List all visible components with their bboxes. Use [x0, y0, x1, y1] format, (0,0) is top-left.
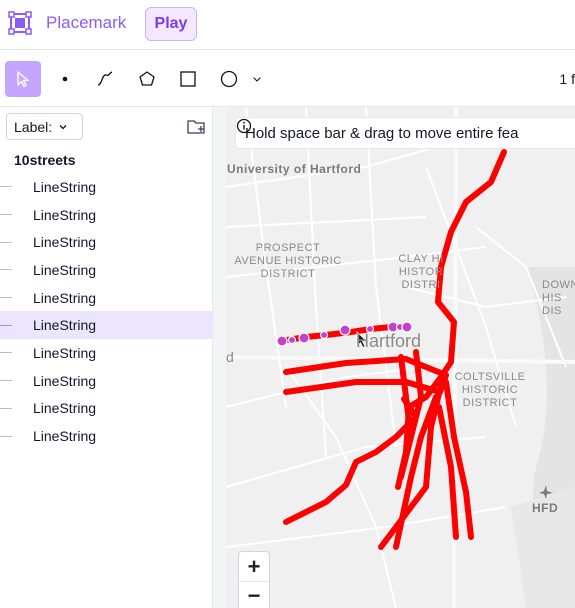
feature-label: LineString	[33, 428, 97, 445]
feature-row[interactable]: LineString	[0, 228, 212, 256]
feature-row[interactable]: LineString	[0, 284, 212, 312]
app-title[interactable]: Placemark	[46, 13, 126, 33]
map-label-clay-hill: CLAY HI HISTOR DISTRI	[398, 253, 444, 291]
feature-row[interactable]: LineString	[0, 256, 212, 284]
feature-label: LineString	[33, 234, 97, 251]
polygon-icon	[139, 71, 155, 86]
rectangle-icon	[180, 71, 196, 87]
map-label-prospect: PROSPECT AVENUE HISTORIC DISTRICT	[234, 242, 342, 280]
feature-row-selected[interactable]: LineString	[0, 311, 212, 340]
feature-row[interactable]: LineString	[0, 395, 212, 423]
new-folder-icon[interactable]	[186, 117, 206, 137]
circle-icon	[220, 70, 238, 88]
map-label-airport: HFD	[532, 501, 559, 515]
label-select-text: Label:	[14, 118, 53, 135]
feature-label: LineString	[33, 317, 97, 334]
line-tool-button[interactable]	[87, 61, 123, 97]
feature-label: LineString	[33, 289, 97, 306]
zoom-out-button[interactable]: −	[239, 581, 269, 608]
drag-hint-text: Hold space bar & drag to move entire fea	[245, 124, 519, 142]
feature-label: LineString	[33, 400, 97, 417]
tree-line	[0, 269, 12, 271]
feature-label: LineString	[33, 178, 97, 195]
top-bar: Placemark Play	[0, 0, 575, 50]
chevron-down-icon	[253, 77, 261, 82]
tree-line	[0, 352, 12, 354]
tree-line	[0, 435, 12, 437]
point-icon	[62, 76, 68, 82]
tree-line	[0, 407, 12, 409]
info-icon	[236, 118, 252, 134]
tree-line	[0, 324, 12, 326]
sidebar-scrollbar[interactable]	[212, 107, 226, 608]
feature-row[interactable]: LineString	[0, 422, 212, 450]
zoom-control: + −	[238, 551, 270, 608]
cursor-icon	[17, 71, 29, 88]
feature-label: LineString	[33, 206, 97, 223]
label-select-button[interactable]: Label:	[6, 113, 83, 140]
tree-line	[0, 297, 12, 299]
feature-row[interactable]: LineString	[0, 201, 212, 229]
map-label-hartford: Hartford	[356, 331, 422, 351]
drawing-toolbar: 1 f	[0, 51, 575, 107]
tree-line	[0, 214, 12, 216]
feature-sidebar: Label: 10streets LineString LineString L…	[0, 107, 212, 608]
map-canvas[interactable]: University of Hartford PROSPECT AVENUE H…	[226, 107, 575, 608]
zoom-in-button[interactable]: +	[239, 552, 269, 581]
map-label-coltsville: COLTSVILLE HISTORIC DISTRICT	[454, 371, 526, 409]
tree-line	[0, 241, 12, 243]
tree-line	[0, 186, 12, 188]
map-label-downtown: DOWN HIS DIS	[542, 279, 575, 317]
drag-hint-banner: Hold space bar & drag to move entire fea	[235, 117, 575, 149]
feature-row[interactable]: LineString	[0, 339, 212, 367]
feature-list: LineString LineString LineString LineStr…	[0, 173, 212, 450]
select-tool-button[interactable]	[5, 61, 41, 97]
feature-label: LineString	[33, 261, 97, 278]
feature-row[interactable]: LineString	[0, 367, 212, 395]
map-label-university: University of Hartford	[227, 162, 362, 176]
feature-group-title[interactable]: 10streets	[14, 152, 76, 168]
feature-label: LineString	[33, 344, 97, 361]
map-label-edge: d	[226, 349, 235, 365]
feature-count: 1 f	[559, 71, 575, 87]
tree-line	[0, 380, 12, 382]
line-icon	[97, 71, 113, 86]
chevron-down-icon	[59, 124, 67, 129]
feature-row[interactable]: LineString	[0, 173, 212, 201]
feature-label: LineString	[33, 372, 97, 389]
placemark-logo-icon	[8, 11, 32, 35]
rectangle-tool-button[interactable]	[170, 61, 206, 97]
shape-menu-button[interactable]	[245, 61, 269, 97]
polygon-tool-button[interactable]	[129, 61, 165, 97]
circle-tool-button[interactable]	[211, 61, 247, 97]
point-tool-button[interactable]	[47, 61, 83, 97]
play-button[interactable]: Play	[145, 7, 197, 41]
map-layer	[226, 107, 575, 608]
